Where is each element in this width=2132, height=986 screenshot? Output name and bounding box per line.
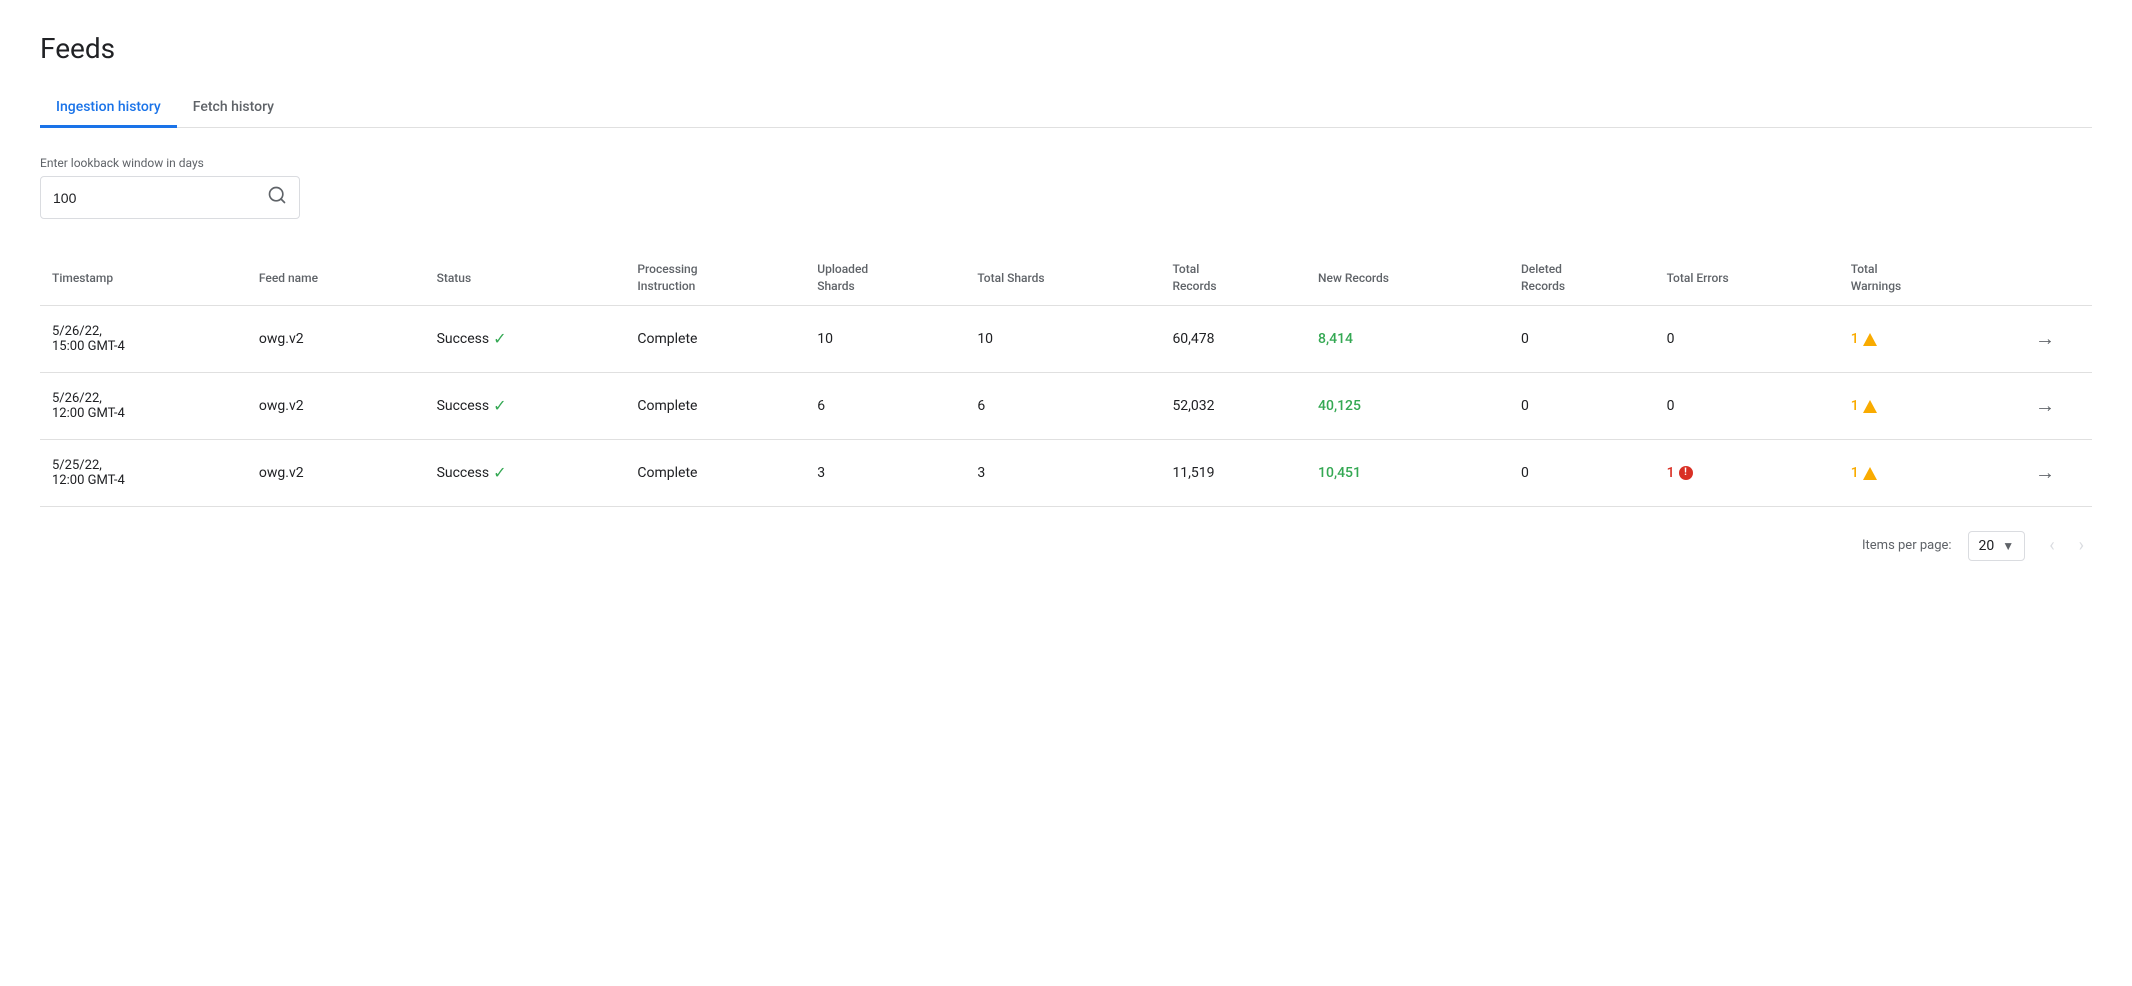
cell-processing-instruction: Complete — [625, 305, 805, 372]
cell-action[interactable]: → — [1998, 305, 2092, 372]
cell-total-warnings: 1 — [1839, 439, 1998, 506]
pagination: Items per page: 20 ▼ ‹ › — [40, 531, 2092, 561]
cell-status: Success ✓ — [425, 372, 626, 439]
cell-deleted-records: 0 — [1509, 305, 1655, 372]
table-row: 5/26/22, 15:00 GMT-4owg.v2Success ✓Compl… — [40, 305, 2092, 372]
col-total-errors: Total Errors — [1655, 251, 1839, 305]
table-row: 5/26/22, 12:00 GMT-4owg.v2Success ✓Compl… — [40, 372, 2092, 439]
warning-count: 1 — [1851, 465, 1859, 481]
cell-timestamp: 5/26/22, 12:00 GMT-4 — [40, 372, 247, 439]
cell-total-errors: 1 ! — [1655, 439, 1839, 506]
error-icon: ! — [1679, 466, 1693, 480]
table-row: 5/25/22, 12:00 GMT-4owg.v2Success ✓Compl… — [40, 439, 2092, 506]
cell-status: Success ✓ — [425, 439, 626, 506]
col-deleted-records: DeletedRecords — [1509, 251, 1655, 305]
cell-total-errors: 0 — [1655, 305, 1839, 372]
col-total-shards: Total Shards — [965, 251, 1160, 305]
cell-total-records: 52,032 — [1160, 372, 1306, 439]
table-header-row: Timestamp Feed name Status ProcessingIns… — [40, 251, 2092, 305]
col-processing-instruction: ProcessingInstruction — [625, 251, 805, 305]
cell-total-warnings: 1 — [1839, 372, 1998, 439]
status-text: Success — [437, 398, 490, 414]
cell-processing-instruction: Complete — [625, 372, 805, 439]
checkmark-icon: ✓ — [493, 329, 506, 348]
col-total-warnings: TotalWarnings — [1839, 251, 1998, 305]
items-per-page-select[interactable]: 20 ▼ — [1968, 531, 2026, 561]
search-section: Enter lookback window in days — [40, 156, 2092, 219]
col-status: Status — [425, 251, 626, 305]
tab-ingestion-history[interactable]: Ingestion history — [40, 89, 177, 128]
cell-uploaded-shards: 6 — [805, 372, 965, 439]
ingestion-table: Timestamp Feed name Status ProcessingIns… — [40, 251, 2092, 507]
cell-new-records: 8,414 — [1306, 305, 1509, 372]
warning-count: 1 — [1851, 398, 1859, 414]
col-feed-name: Feed name — [247, 251, 425, 305]
row-arrow-icon[interactable]: → — [2035, 326, 2055, 350]
cell-feed-name: owg.v2 — [247, 305, 425, 372]
items-per-page-value: 20 — [1979, 538, 1995, 554]
cell-uploaded-shards: 3 — [805, 439, 965, 506]
warning-triangle-icon — [1863, 467, 1877, 480]
search-box — [40, 176, 300, 219]
search-input[interactable] — [53, 190, 267, 206]
cell-uploaded-shards: 10 — [805, 305, 965, 372]
cell-processing-instruction: Complete — [625, 439, 805, 506]
cell-deleted-records: 0 — [1509, 439, 1655, 506]
col-timestamp: Timestamp — [40, 251, 247, 305]
row-arrow-icon[interactable]: → — [2035, 393, 2055, 417]
col-uploaded-shards: UploadedShards — [805, 251, 965, 305]
cell-timestamp: 5/25/22, 12:00 GMT-4 — [40, 439, 247, 506]
cell-total-shards: 10 — [965, 305, 1160, 372]
search-label: Enter lookback window in days — [40, 156, 2092, 170]
pagination-nav: ‹ › — [2041, 531, 2092, 560]
cell-new-records: 40,125 — [1306, 372, 1509, 439]
page-title: Feeds — [40, 32, 2092, 65]
col-new-records: New Records — [1306, 251, 1509, 305]
status-text: Success — [437, 465, 490, 481]
items-per-page-label: Items per page: — [1862, 538, 1952, 553]
col-action — [1998, 251, 2092, 305]
warning-count: 1 — [1851, 331, 1859, 347]
search-icon[interactable] — [267, 185, 287, 210]
col-total-records: TotalRecords — [1160, 251, 1306, 305]
cell-action[interactable]: → — [1998, 372, 2092, 439]
cell-action[interactable]: → — [1998, 439, 2092, 506]
cell-total-warnings: 1 — [1839, 305, 1998, 372]
cell-total-shards: 3 — [965, 439, 1160, 506]
warning-triangle-icon — [1863, 400, 1877, 413]
dropdown-arrow-icon: ▼ — [2002, 539, 2014, 553]
checkmark-icon: ✓ — [493, 396, 506, 415]
tab-fetch-history[interactable]: Fetch history — [177, 89, 290, 128]
cell-feed-name: owg.v2 — [247, 372, 425, 439]
row-arrow-icon[interactable]: → — [2035, 460, 2055, 484]
cell-feed-name: owg.v2 — [247, 439, 425, 506]
cell-total-shards: 6 — [965, 372, 1160, 439]
checkmark-icon: ✓ — [493, 463, 506, 482]
cell-total-records: 60,478 — [1160, 305, 1306, 372]
cell-total-records: 11,519 — [1160, 439, 1306, 506]
error-count: 1 — [1667, 465, 1675, 481]
cell-deleted-records: 0 — [1509, 372, 1655, 439]
tabs-container: Ingestion history Fetch history — [40, 89, 2092, 128]
status-text: Success — [437, 331, 490, 347]
prev-page-button[interactable]: ‹ — [2041, 531, 2062, 560]
cell-new-records: 10,451 — [1306, 439, 1509, 506]
next-page-button[interactable]: › — [2071, 531, 2092, 560]
cell-total-errors: 0 — [1655, 372, 1839, 439]
warning-triangle-icon — [1863, 333, 1877, 346]
cell-timestamp: 5/26/22, 15:00 GMT-4 — [40, 305, 247, 372]
cell-status: Success ✓ — [425, 305, 626, 372]
